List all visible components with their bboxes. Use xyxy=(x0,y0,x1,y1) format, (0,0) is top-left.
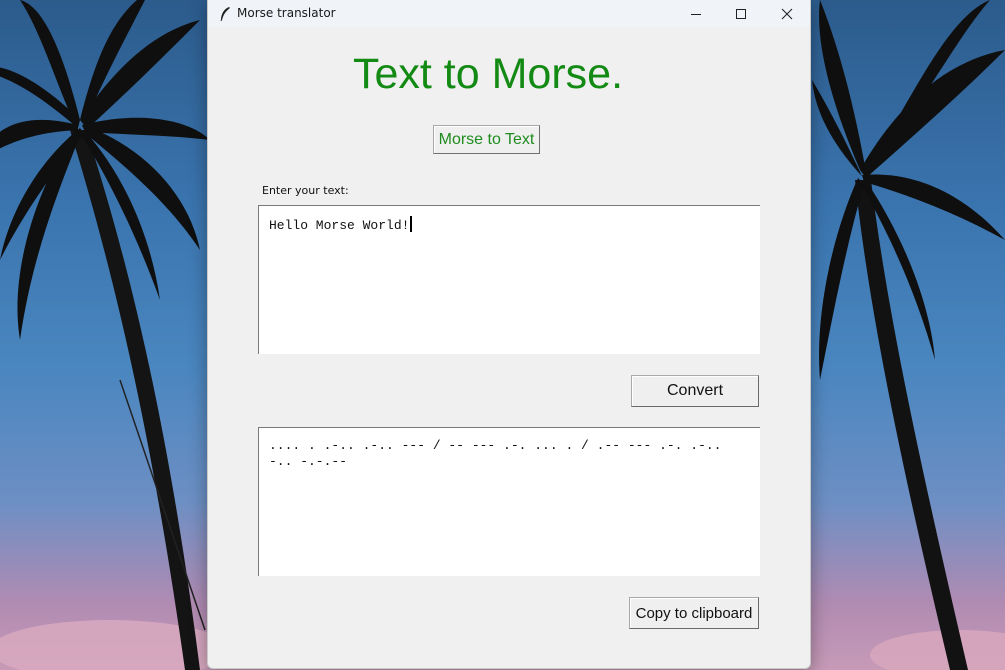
output-text: .... . .-.. .-.. --- / -- --- .-. ... . … xyxy=(269,438,730,469)
minimize-icon xyxy=(691,13,701,15)
text-caret xyxy=(410,216,413,232)
feather-icon xyxy=(220,7,230,22)
page-heading: Text to Morse. xyxy=(208,50,768,99)
close-icon xyxy=(781,8,793,19)
window-title: Morse translator xyxy=(237,6,336,20)
minimize-button[interactable] xyxy=(673,0,719,27)
morse-to-text-button[interactable]: Morse to Text xyxy=(433,125,540,154)
input-text: Hello Morse World! xyxy=(269,218,410,233)
close-button[interactable] xyxy=(764,0,810,27)
convert-button[interactable]: Convert xyxy=(631,375,759,407)
title-bar[interactable]: Morse translator xyxy=(208,0,810,27)
copy-to-clipboard-button[interactable]: Copy to clipboard xyxy=(629,597,759,629)
maximize-button[interactable] xyxy=(718,0,764,27)
morse-output-area[interactable]: .... . .-.. .-.. --- / -- --- .-. ... . … xyxy=(258,427,760,576)
input-label: Enter your text: xyxy=(262,184,349,197)
app-window: Morse translator Text to Morse. Morse to… xyxy=(207,0,811,669)
heading-text: Text to Morse. xyxy=(352,50,624,98)
maximize-icon xyxy=(736,8,746,19)
text-input-area[interactable]: Hello Morse World! xyxy=(258,205,760,354)
